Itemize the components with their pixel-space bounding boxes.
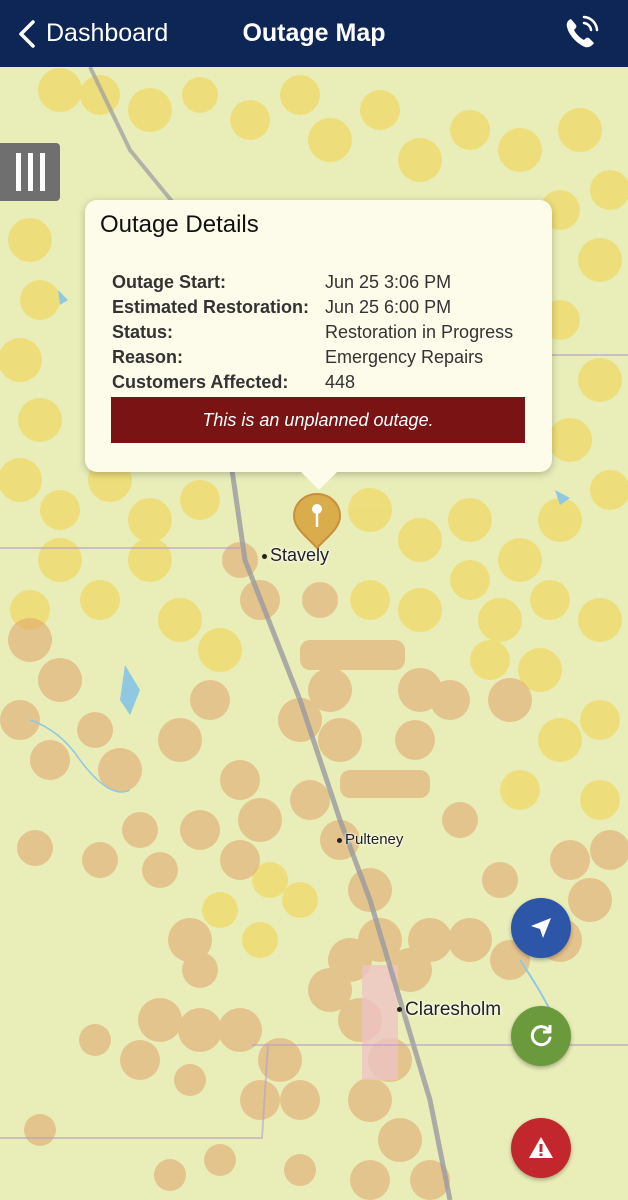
detail-row: Status: Restoration in Progress xyxy=(112,322,514,342)
report-outage-button[interactable] xyxy=(511,1118,571,1178)
town-label-claresholm: Claresholm xyxy=(397,999,501,1021)
refresh-icon xyxy=(530,1025,552,1047)
location-arrow-icon xyxy=(531,918,551,938)
back-button-label: Dashboard xyxy=(46,19,169,47)
top-nav-bar: Dashboard Outage Map xyxy=(0,0,628,67)
detail-row: Outage Start: Jun 25 3:06 PM xyxy=(112,272,452,292)
outage-pin-icon[interactable] xyxy=(292,492,342,550)
unplanned-outage-banner: This is an unplanned outage. xyxy=(111,397,525,443)
details-list: Outage Start: Jun 25 3:06 PM Estimated Re… xyxy=(112,272,532,397)
phone-icon[interactable] xyxy=(562,14,600,52)
detail-row: Estimated Restoration: Jun 25 6:00 PM xyxy=(112,297,452,317)
layers-menu-icon[interactable] xyxy=(0,143,60,201)
outage-details-popup: Outage Details Outage Start: Jun 25 3:06 … xyxy=(85,200,552,490)
town-label-pulteney: Pulteney xyxy=(337,831,403,848)
locate-button[interactable] xyxy=(511,898,571,958)
back-button[interactable]: Dashboard xyxy=(16,0,168,67)
detail-row: Customers Affected: 448 xyxy=(112,372,356,392)
refresh-button[interactable] xyxy=(511,1006,571,1066)
chevron-left-icon xyxy=(19,19,35,48)
detail-row: Reason: Emergency Repairs xyxy=(112,347,484,367)
warning-icon xyxy=(529,1137,553,1158)
popup-title: Outage Details xyxy=(100,211,259,238)
